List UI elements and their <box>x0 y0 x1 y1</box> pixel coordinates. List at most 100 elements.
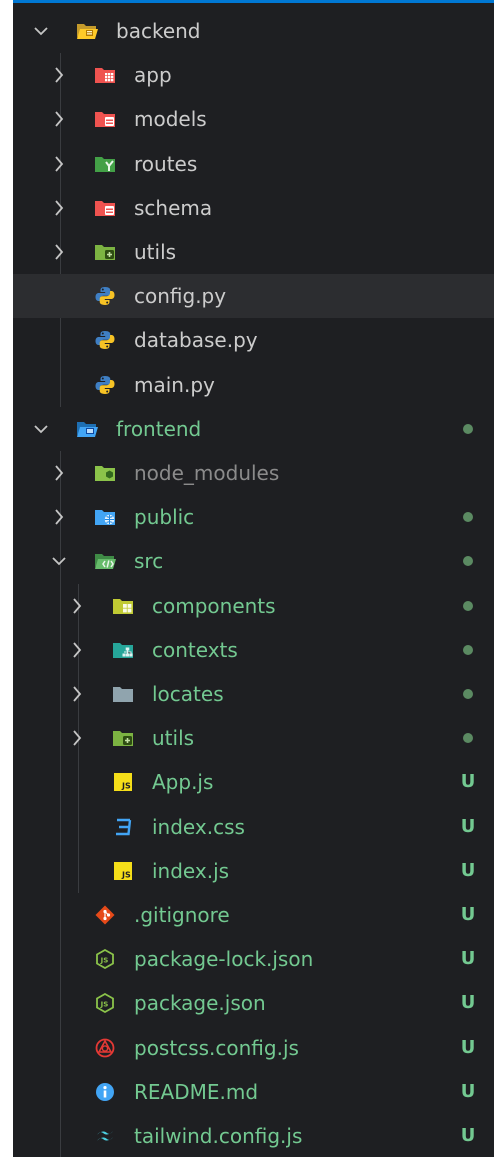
tree-folder-row[interactable]: utils <box>13 716 494 760</box>
python-file-icon <box>94 330 116 350</box>
chevron-right-icon[interactable] <box>51 97 73 141</box>
tree-folder-row[interactable]: components <box>13 584 494 628</box>
chevron-right-icon[interactable] <box>51 451 73 495</box>
tree-item-label: schema <box>134 195 213 220</box>
tree-item-label: package-lock.json <box>134 947 314 972</box>
tree-folder-row[interactable]: backend <box>13 9 494 53</box>
tree-folder-row[interactable]: locates <box>13 672 494 716</box>
tree-item-label: .gitignore <box>134 903 230 927</box>
git-modified-dot <box>463 733 473 744</box>
focus-border <box>13 0 494 3</box>
python-file-icon <box>94 286 116 306</box>
tree-file-row[interactable]: main.py <box>13 363 494 407</box>
git-modified-dot <box>463 423 473 434</box>
tree-item-label: main.py <box>134 372 215 397</box>
folder-app-icon <box>94 65 116 85</box>
tree-item-label: backend <box>116 19 201 43</box>
chevron-right-icon[interactable] <box>51 230 73 274</box>
tree-item-label: frontend <box>116 416 202 441</box>
tree-folder-row[interactable]: models <box>13 97 494 141</box>
tree-item-label: models <box>134 107 207 132</box>
tree-item-label: utils <box>152 726 195 751</box>
tree-folder-row[interactable]: src <box>13 539 494 583</box>
chevron-right-icon[interactable] <box>51 142 73 186</box>
folder-public-icon <box>94 507 116 527</box>
tree-item-label: postcss.config.js <box>134 1035 299 1060</box>
tree-file-row[interactable]: config.py <box>13 274 494 319</box>
git-status-badge: U <box>460 948 476 970</box>
tree-file-row[interactable]: postcss.config.js U <box>13 1026 494 1070</box>
js-file-icon: JS <box>112 861 134 881</box>
tree-item-label: package.json <box>134 991 266 1016</box>
tree-folder-row[interactable]: routes <box>13 142 494 186</box>
tree-folder-row[interactable]: public <box>13 495 494 539</box>
chevron-right-icon[interactable] <box>69 628 91 672</box>
folder-schema-icon <box>94 198 116 218</box>
tree-item-label: config.py <box>134 284 227 309</box>
tree-folder-row[interactable]: node_modules <box>13 451 494 495</box>
tree-item-label: app <box>134 63 172 88</box>
tree-file-row[interactable]: JS index.js U <box>13 849 494 893</box>
css-file-icon <box>112 817 134 837</box>
chevron-down-icon[interactable] <box>33 407 55 451</box>
svg-text:JS: JS <box>100 1001 109 1009</box>
tree-folder-row[interactable]: app <box>13 53 494 97</box>
tree-item-label: README.md <box>134 1079 259 1104</box>
chevron-right-icon[interactable] <box>51 53 73 97</box>
tree-file-row[interactable]: JS App.js U <box>13 760 494 804</box>
tree-file-row[interactable]: JS package.json U <box>13 981 494 1025</box>
git-modified-dot <box>463 512 473 523</box>
postcss-file-icon <box>94 1038 116 1058</box>
tree-item-label: database.py <box>134 328 258 353</box>
tree-item-label: tailwind.config.js <box>134 1124 303 1148</box>
git-status-badge: U <box>460 815 476 837</box>
git-modified-dot <box>463 689 473 699</box>
git-status-badge: U <box>460 1036 476 1058</box>
chevron-right-icon[interactable] <box>69 584 91 628</box>
folder-open-backend-icon <box>76 21 98 41</box>
folder-open-src-icon <box>94 551 116 571</box>
chevron-right-icon[interactable] <box>51 186 73 230</box>
tree-file-row[interactable]: JS package-lock.json U <box>13 937 494 981</box>
tree-folder-row[interactable]: frontend <box>13 407 494 451</box>
tailwind-file-icon <box>94 1126 116 1146</box>
folder-plain-icon <box>112 684 134 704</box>
git-modified-dot <box>463 556 473 567</box>
folder-utils-icon <box>94 242 116 262</box>
folder-contexts-icon <box>112 640 134 660</box>
nodejs-file-icon: JS <box>94 949 116 970</box>
folder-models-icon <box>94 109 116 129</box>
chevron-down-icon[interactable] <box>33 9 55 53</box>
tree-item-label: index.css <box>152 814 245 839</box>
tree-item-label: node_modules <box>134 461 280 485</box>
tree-file-row[interactable]: database.py <box>13 318 494 362</box>
folder-open-frontend-icon <box>76 419 98 439</box>
tree-folder-row[interactable]: schema <box>13 186 494 230</box>
svg-text:JS: JS <box>100 957 109 965</box>
tree-item-label: utils <box>134 240 177 264</box>
tree-item-label: public <box>134 505 195 530</box>
folder-routes-icon <box>94 154 116 174</box>
tree-folder-row[interactable]: contexts <box>13 628 494 672</box>
tree-item-label: routes <box>134 151 198 176</box>
svg-text:JS: JS <box>121 870 131 879</box>
tree-file-row[interactable]: README.md U <box>13 1070 494 1114</box>
git-status-badge: U <box>460 1125 476 1146</box>
chevron-right-icon[interactable] <box>51 495 73 539</box>
chevron-down-icon[interactable] <box>51 539 73 583</box>
tree-item-label: contexts <box>152 637 238 662</box>
git-status-badge: U <box>460 904 476 925</box>
git-modified-dot <box>463 600 473 611</box>
python-file-icon <box>94 375 116 395</box>
git-modified-dot <box>463 644 473 655</box>
tree-folder-row[interactable]: utils <box>13 230 494 274</box>
tree-item-label: App.js <box>152 770 214 795</box>
chevron-right-icon[interactable] <box>69 672 91 716</box>
git-status-badge: U <box>460 771 476 793</box>
tree-file-row[interactable]: .gitignore U <box>13 893 494 937</box>
chevron-right-icon[interactable] <box>69 716 91 760</box>
tree-file-row[interactable]: index.css U <box>13 805 494 849</box>
tree-item-label: src <box>134 549 164 574</box>
nodejs-file-icon: JS <box>94 993 116 1014</box>
tree-file-row[interactable]: tailwind.config.js U <box>13 1114 494 1157</box>
